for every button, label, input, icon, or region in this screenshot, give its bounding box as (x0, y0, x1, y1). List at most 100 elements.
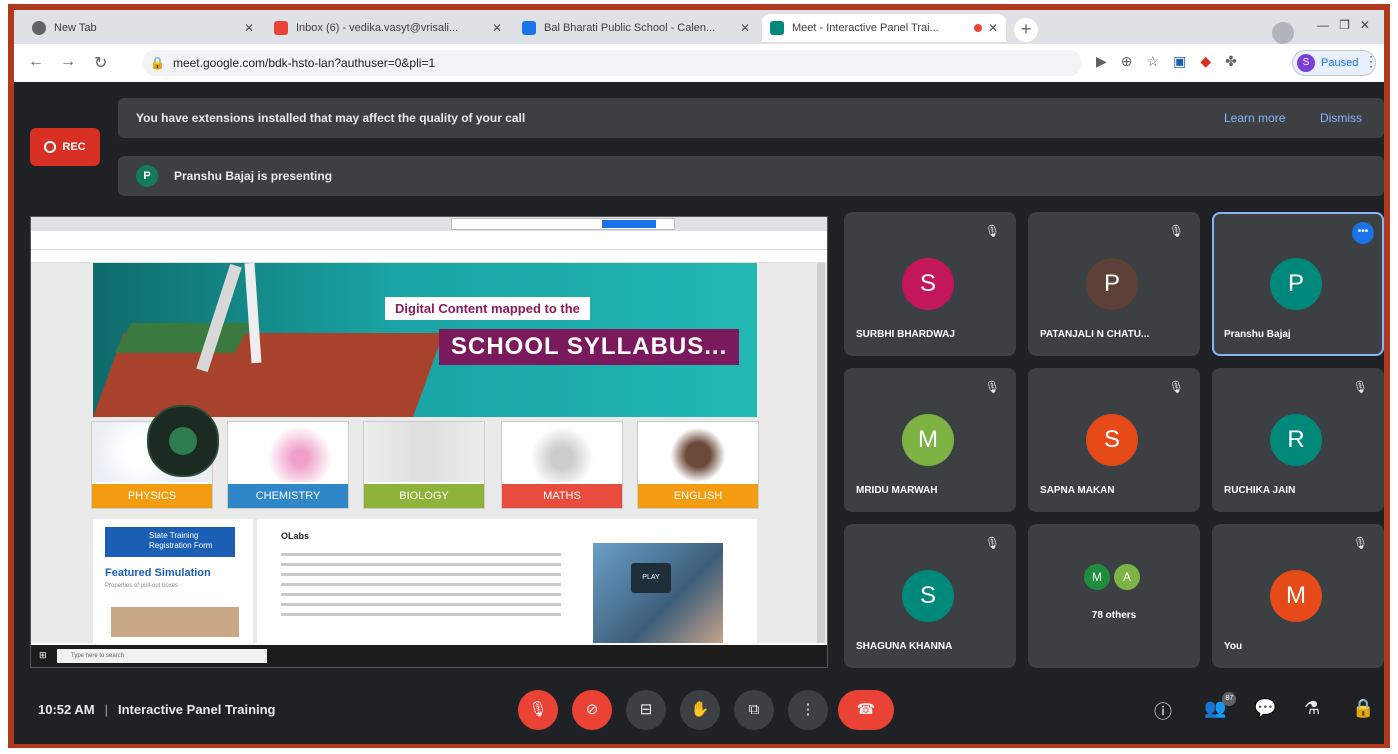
forward-icon[interactable]: → (60, 53, 76, 71)
shared-browser-tabs (31, 217, 827, 231)
present-icon: ⧉ (748, 701, 760, 718)
rec-label: REC (62, 141, 86, 153)
training-registration-link: State Training Registration Form (105, 527, 235, 557)
chat-icon[interactable]: 💬 (1254, 698, 1276, 719)
text-line (281, 613, 561, 616)
participant-tile[interactable]: 🎙 M MRIDU MARWAH (844, 368, 1016, 512)
host-controls-icon[interactable]: 🔒 (1352, 698, 1374, 719)
activities-icon[interactable]: ⚗ (1304, 698, 1320, 719)
mic-off-icon: 🎙 (1352, 536, 1368, 550)
address-bar[interactable]: 🔒 meet.google.com/bdk-hsto-lan?authuser=… (142, 50, 1082, 76)
browser-menu-icon[interactable]: ⋮ (1364, 53, 1378, 70)
hero-title: SCHOOL SYLLABUS... (439, 329, 740, 365)
zoom-icon[interactable]: ⊕ (1121, 53, 1133, 70)
meeting-controls: 10:52 AM | Interactive Panel Training 🎙 ⊘ … (14, 680, 1384, 744)
camera-icon[interactable]: ▶ (1096, 53, 1107, 70)
leave-call-button[interactable]: ☎ (838, 690, 894, 730)
participant-tile[interactable]: 🎙 S SURBHI BHARDWAJ (844, 212, 1016, 356)
reload-icon[interactable]: ↻ (94, 53, 107, 73)
tab-title: Bal Bharati Public School - Calen... (544, 22, 716, 34)
dismiss-button[interactable]: Dismiss (1320, 111, 1362, 125)
subject-card-biology: BIOLOGY (363, 421, 485, 509)
learn-more-link[interactable]: Learn more (1224, 111, 1285, 125)
close-tab-icon[interactable]: ✕ (244, 21, 254, 35)
participant-name: PATANJALI N CHATU... (1040, 329, 1150, 340)
participant-tile-presenter[interactable]: ••• P Pranshu Bajaj (1212, 212, 1384, 356)
subject-label: ENGLISH (638, 484, 758, 508)
participant-tile[interactable]: 🎙 P PATANJALI N CHATU... (1028, 212, 1200, 356)
annotation-tool-puck[interactable] (147, 405, 219, 477)
subject-card-maths: MATHS (501, 421, 623, 509)
hang-up-icon: ☎ (856, 701, 876, 718)
olabs-section: OLabs PLAY (257, 519, 757, 643)
recording-dot-icon (973, 24, 982, 32)
shared-scrollbar (817, 263, 825, 643)
subject-label: BIOLOGY (364, 484, 484, 508)
raise-hand-button[interactable]: ✋ (680, 690, 720, 730)
present-now-button[interactable]: ⧉ (734, 690, 774, 730)
tab-calendar[interactable]: Bal Bharati Public School - Calen... ✕ (514, 14, 758, 42)
sharing-alert (451, 218, 675, 230)
close-tab-icon[interactable]: ✕ (988, 21, 998, 35)
shared-bookmarks-bar (31, 250, 827, 263)
new-tab-button[interactable]: + (1014, 18, 1038, 42)
shared-taskbar: ⊞ Type here to search (31, 645, 827, 667)
participant-tile-self[interactable]: 🎙 M You (1212, 524, 1384, 668)
gmail-icon (274, 21, 288, 35)
tab-inbox[interactable]: Inbox (6) - vedika.vasyt@vrisali... ✕ (266, 14, 510, 42)
meet-icon (770, 21, 784, 35)
lock-icon: 🔒 (150, 56, 165, 70)
more-options-button[interactable]: ⋮ (788, 690, 828, 730)
people-icon[interactable]: 👥 87 (1204, 692, 1237, 719)
captions-button[interactable]: ⊟ (626, 690, 666, 730)
people-count-badge: 87 (1222, 692, 1237, 706)
extension-icon[interactable]: ◆ (1200, 53, 1211, 70)
text-line (281, 603, 561, 606)
mic-off-icon: 🎙 (984, 380, 1000, 394)
back-icon[interactable]: ← (28, 53, 44, 71)
puzzle-icon[interactable]: ✤ (1225, 53, 1237, 70)
extension-icon[interactable]: ▣ (1173, 53, 1186, 70)
olabs-title: OLabs (281, 531, 310, 541)
participant-name: SURBHI BHARDWAJ (856, 329, 955, 340)
meeting-details-icon[interactable]: ⓘ (1154, 698, 1172, 724)
tab-meet[interactable]: Meet - Interactive Panel Trai... ✕ (762, 14, 1006, 42)
text-line (281, 553, 561, 556)
student-photo (593, 543, 723, 643)
camera-toggle-button[interactable]: ⊘ (572, 690, 612, 730)
mic-off-icon: 🎙 (984, 224, 1000, 238)
microphone-toggle-button[interactable]: 🎙 (518, 690, 558, 730)
mic-off-icon: 🎙 (1168, 380, 1184, 394)
participant-tile[interactable]: 🎙 S SAPNA MAKAN (1028, 368, 1200, 512)
mic-off-icon: 🎙 (984, 536, 1000, 550)
pen-tool-icon[interactable] (169, 427, 197, 455)
window-controls[interactable]: — ❐ ✕ (1317, 18, 1370, 32)
flask-icon (228, 422, 348, 482)
participant-name: RUCHIKA JAIN (1224, 485, 1296, 496)
browser-tab-strip: New Tab ✕ Inbox (6) - vedika.vasyt@vrisa… (14, 10, 1384, 44)
recording-indicator[interactable]: REC (30, 128, 100, 166)
tab-new-tab[interactable]: New Tab ✕ (24, 14, 262, 42)
close-tab-icon[interactable]: ✕ (740, 21, 750, 35)
participant-tile[interactable]: 🎙 S SHAGUNA KHANNA (844, 524, 1016, 668)
circuit-board-graphic (114, 323, 252, 353)
windows-start-icon: ⊞ (39, 650, 47, 660)
meeting-info: 10:52 AM | Interactive Panel Training (38, 702, 276, 717)
address-toolbar: ← → ↻ 🔒 meet.google.com/bdk-hsto-lan?aut… (14, 44, 1384, 83)
shared-page: Digital Content mapped to the SCHOOL SYL… (31, 263, 827, 643)
text-line (281, 563, 561, 566)
participant-avatar: R (1270, 414, 1322, 466)
subject-card-english: ENGLISH (637, 421, 759, 509)
star-icon[interactable]: ☆ (1147, 53, 1160, 70)
close-tab-icon[interactable]: ✕ (492, 21, 502, 35)
profile-menu-icon[interactable] (1272, 22, 1294, 44)
participant-tile[interactable]: 🎙 R RUCHIKA JAIN (1212, 368, 1384, 512)
others-tile[interactable]: M A 78 others (1028, 524, 1200, 668)
participant-avatar: M (1270, 570, 1322, 622)
subject-label: MATHS (502, 484, 622, 508)
mic-off-icon: 🎙 (1168, 224, 1184, 238)
more-options-icon[interactable]: ••• (1352, 222, 1374, 244)
subject-card-chemistry: CHEMISTRY (227, 421, 349, 509)
shared-screen[interactable]: Digital Content mapped to the SCHOOL SYL… (30, 216, 828, 668)
simulation-thumbnail (111, 607, 239, 637)
